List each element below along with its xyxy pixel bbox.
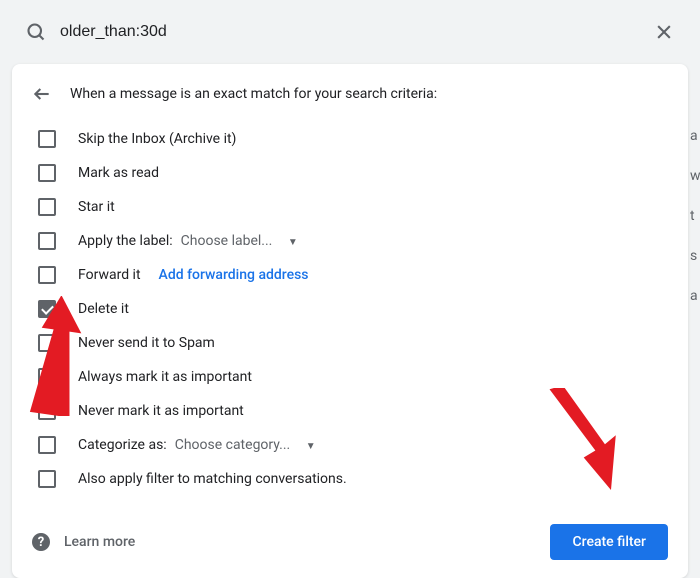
- header-text: When a message is an exact match for you…: [70, 86, 437, 102]
- learn-more-section: ? Learn more: [32, 533, 135, 551]
- checkbox-apply-label[interactable]: [38, 232, 56, 250]
- option-apply-label[interactable]: Apply the label: Choose label... ▼: [32, 224, 668, 258]
- add-forwarding-link[interactable]: Add forwarding address: [159, 267, 309, 283]
- close-icon[interactable]: [654, 22, 674, 42]
- label-never-spam: Never send it to Spam: [78, 335, 215, 351]
- label-never-important: Never mark it as important: [78, 403, 244, 419]
- help-icon[interactable]: ?: [32, 533, 50, 551]
- back-arrow-icon[interactable]: [32, 84, 52, 104]
- label-apply-label: Apply the label:: [78, 233, 173, 249]
- label-delete-it: Delete it: [78, 301, 129, 317]
- option-skip-inbox[interactable]: Skip the Inbox (Archive it): [32, 122, 668, 156]
- checkbox-delete-it[interactable]: [38, 300, 56, 318]
- checkbox-never-spam[interactable]: [38, 334, 56, 352]
- background-text: a w t s a: [690, 128, 700, 328]
- label-star-it: Star it: [78, 199, 115, 215]
- create-filter-button[interactable]: Create filter: [550, 524, 668, 560]
- chevron-down-icon: ▼: [306, 441, 316, 452]
- search-bar: [12, 8, 688, 56]
- label-categorize: Categorize as:: [78, 437, 167, 453]
- checkbox-categorize[interactable]: [38, 436, 56, 454]
- label-always-important: Always mark it as important: [78, 369, 252, 385]
- label-skip-inbox: Skip the Inbox (Archive it): [78, 131, 236, 147]
- label-apply-matching: Also apply filter to matching conversati…: [78, 471, 347, 487]
- search-input[interactable]: [60, 23, 654, 41]
- chevron-down-icon: ▼: [288, 237, 298, 248]
- option-apply-matching[interactable]: Also apply filter to matching conversati…: [32, 462, 668, 496]
- dialog-header: When a message is an exact match for you…: [32, 84, 668, 104]
- option-mark-read[interactable]: Mark as read: [32, 156, 668, 190]
- category-dropdown[interactable]: Choose category... ▼: [175, 437, 316, 453]
- option-star-it[interactable]: Star it: [32, 190, 668, 224]
- option-always-important[interactable]: Always mark it as important: [32, 360, 668, 394]
- checkbox-mark-read[interactable]: [38, 164, 56, 182]
- label-forward-it: Forward it: [78, 267, 141, 283]
- learn-more-link[interactable]: Learn more: [64, 534, 135, 550]
- option-never-spam[interactable]: Never send it to Spam: [32, 326, 668, 360]
- label-choose-text: Choose label...: [181, 233, 273, 249]
- checkbox-always-important[interactable]: [38, 368, 56, 386]
- checkbox-forward-it[interactable]: [38, 266, 56, 284]
- label-mark-read: Mark as read: [78, 165, 159, 181]
- label-dropdown[interactable]: Choose label... ▼: [181, 233, 298, 249]
- option-delete-it[interactable]: Delete it: [32, 292, 668, 326]
- option-never-important[interactable]: Never mark it as important: [32, 394, 668, 428]
- option-categorize[interactable]: Categorize as: Choose category... ▼: [32, 428, 668, 462]
- option-forward-it[interactable]: Forward it Add forwarding address: [32, 258, 668, 292]
- checkbox-star-it[interactable]: [38, 198, 56, 216]
- checkbox-apply-matching[interactable]: [38, 470, 56, 488]
- category-choose-text: Choose category...: [175, 437, 291, 453]
- dialog-footer: ? Learn more Create filter: [32, 516, 668, 560]
- filter-dialog: When a message is an exact match for you…: [12, 64, 688, 578]
- search-icon[interactable]: [26, 22, 46, 42]
- checkbox-skip-inbox[interactable]: [38, 130, 56, 148]
- checkbox-never-important[interactable]: [38, 402, 56, 420]
